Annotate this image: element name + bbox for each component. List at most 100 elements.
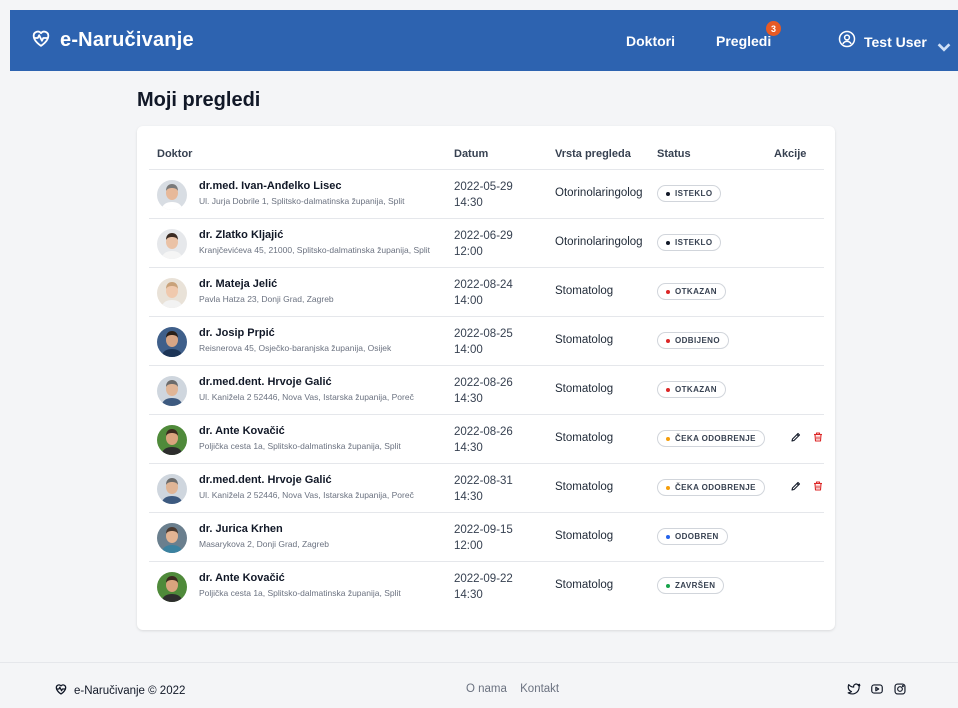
status-label: ZAVRŠEN	[675, 581, 716, 590]
table-row[interactable]: dr. Josip Prpić Reisnerova 45, Osječko-b…	[149, 317, 824, 366]
appointment-type: Stomatolog	[555, 432, 614, 444]
status-badge: ČEKA ODOBRENJE	[657, 430, 765, 447]
table-row[interactable]: dr.med.dent. Hrvoje Galić Ul. Kanižela 2…	[149, 366, 824, 415]
youtube-icon[interactable]	[870, 682, 884, 696]
table-row[interactable]: dr.med. Ivan-Anđelko Lisec Ul. Jurja Dob…	[149, 170, 824, 219]
appointment-date: 2022-08-26	[454, 377, 513, 389]
table-row[interactable]: dr.med.dent. Hrvoje Galić Ul. Kanižela 2…	[149, 464, 824, 513]
appointment-datetime: 2022-06-29 12:00	[454, 228, 513, 260]
doctor-avatar	[157, 278, 187, 308]
doctor-name[interactable]: dr. Josip Prpić	[199, 327, 275, 339]
appointment-datetime: 2022-08-24 14:00	[454, 277, 513, 309]
nav-pregledi[interactable]: Pregledi	[716, 33, 771, 49]
status-badge: OTKAZAN	[657, 283, 726, 300]
doctor-address: Ul. Kanižela 2 52446, Nova Vas, Istarska…	[199, 392, 414, 402]
doctor-avatar	[157, 376, 187, 406]
table-row[interactable]: dr. Ante Kovačić Poljička cesta 1a, Spli…	[149, 562, 824, 611]
edit-pencil-icon[interactable]	[789, 430, 803, 444]
doctor-name[interactable]: dr.med. Ivan-Anđelko Lisec	[199, 180, 341, 192]
doctor-name[interactable]: dr. Jurica Krhen	[199, 523, 283, 535]
appointment-datetime: 2022-09-15 12:00	[454, 522, 513, 554]
table-row[interactable]: dr. Ante Kovačić Poljička cesta 1a, Spli…	[149, 415, 824, 464]
status-dot	[666, 338, 670, 343]
doctor-name[interactable]: dr. Ante Kovačić	[199, 425, 285, 437]
status-dot	[666, 583, 670, 588]
status-badge: ISTEKLO	[657, 234, 722, 251]
doctor-avatar	[157, 327, 187, 357]
appointment-date: 2022-06-29	[454, 230, 513, 242]
twitter-icon[interactable]	[847, 682, 861, 696]
appointment-datetime: 2022-08-25 14:00	[454, 326, 513, 358]
appointment-type: Stomatolog	[555, 481, 614, 493]
appointment-datetime: 2022-05-29 14:30	[454, 179, 513, 211]
appointment-time: 14:00	[454, 295, 483, 307]
status-label: ČEKA ODOBRENJE	[675, 483, 756, 492]
table-row[interactable]: dr. Mateja Jelić Pavla Hatza 23, Donji G…	[149, 268, 824, 317]
footer-brand: e-Naručivanje © 2022	[54, 682, 185, 699]
social-links	[847, 682, 916, 696]
doctor-address: Ul. Jurja Dobrile 1, Splitsko-dalmatinsk…	[199, 196, 405, 206]
status-dot	[666, 191, 670, 196]
delete-trash-icon[interactable]	[811, 479, 825, 493]
row-actions	[789, 430, 825, 444]
doctor-address: Ul. Kanižela 2 52446, Nova Vas, Istarska…	[199, 490, 414, 500]
status-badge: ISTEKLO	[657, 185, 722, 202]
appointment-datetime: 2022-08-31 14:30	[454, 473, 513, 505]
table-header: Doktor Datum Vrsta pregleda Status Akcij…	[149, 142, 824, 170]
status-label: ISTEKLO	[675, 238, 713, 247]
doctor-address: Poljička cesta 1a, Splitsko-dalmatinska …	[199, 441, 401, 451]
status-label: ODBIJENO	[675, 336, 720, 345]
doctor-address: Kranjčevićeva 45, 21000, Splitsko-dalmat…	[199, 245, 431, 255]
appointment-type: Stomatolog	[555, 530, 614, 542]
instagram-icon[interactable]	[893, 682, 907, 696]
status-badge: ZAVRŠEN	[657, 577, 725, 594]
header-doktor: Doktor	[157, 148, 193, 160]
table-row[interactable]: dr. Zlatko Kljajić Kranjčevićeva 45, 210…	[149, 219, 824, 268]
status-dot	[666, 485, 670, 490]
header-datum: Datum	[454, 148, 489, 160]
doctor-name[interactable]: dr. Zlatko Kljajić	[199, 229, 283, 241]
footer-link-o-nama[interactable]: O nama	[466, 683, 507, 695]
footer: e-Naručivanje © 2022 O nama Kontakt	[0, 662, 958, 708]
header-status: Status	[657, 148, 691, 160]
delete-trash-icon[interactable]	[811, 430, 825, 444]
status-label: ISTEKLO	[675, 189, 713, 198]
doctor-name[interactable]: dr.med.dent. Hrvoje Galić	[199, 376, 332, 388]
appointment-date: 2022-05-29	[454, 181, 513, 193]
status-dot	[666, 240, 670, 245]
status-dot	[666, 387, 670, 392]
footer-link-kontakt[interactable]: Kontakt	[520, 683, 559, 695]
user-menu[interactable]: Test User	[838, 30, 951, 53]
appointment-type: Stomatolog	[555, 285, 614, 297]
doctor-name[interactable]: dr. Ante Kovačić	[199, 572, 285, 584]
doctor-address: Reisnerova 45, Osječko-baranjska županij…	[199, 343, 392, 353]
status-dot	[666, 534, 670, 539]
doctor-avatar	[157, 572, 187, 602]
doctor-avatar	[157, 180, 187, 210]
doctor-name[interactable]: dr. Mateja Jelić	[199, 278, 277, 290]
appointment-type: Stomatolog	[555, 383, 614, 395]
footer-copyright: e-Naručivanje © 2022	[74, 684, 186, 697]
appointment-time: 14:30	[454, 197, 483, 209]
doctor-name[interactable]: dr.med.dent. Hrvoje Galić	[199, 474, 332, 486]
appointment-date: 2022-08-26	[454, 426, 513, 438]
table-row[interactable]: dr. Jurica Krhen Masarykova 2, Donji Gra…	[149, 513, 824, 562]
appointment-time: 14:30	[454, 393, 483, 405]
nav-doktori[interactable]: Doktori	[626, 33, 675, 49]
status-badge: ČEKA ODOBRENJE	[657, 479, 765, 496]
doctor-address: Pavla Hatza 23, Donji Grad, Zagreb	[199, 294, 334, 304]
doctor-avatar	[157, 425, 187, 455]
appointment-date: 2022-08-25	[454, 328, 513, 340]
appointment-date: 2022-09-15	[454, 524, 513, 536]
navbar: e-Naručivanje Doktori Pregledi 3 Test Us…	[10, 10, 958, 71]
chevron-down-icon	[935, 38, 951, 52]
appointment-date: 2022-08-24	[454, 279, 513, 291]
user-name: Test User	[864, 33, 927, 50]
status-badge: ODOBREN	[657, 528, 728, 545]
appointment-time: 14:30	[454, 491, 483, 503]
appointments-card: Doktor Datum Vrsta pregleda Status Akcij…	[137, 126, 835, 630]
edit-pencil-icon[interactable]	[789, 479, 803, 493]
status-dot	[666, 289, 670, 294]
header-akcije: Akcije	[774, 148, 807, 160]
footer-links: O nama Kontakt	[466, 683, 559, 695]
